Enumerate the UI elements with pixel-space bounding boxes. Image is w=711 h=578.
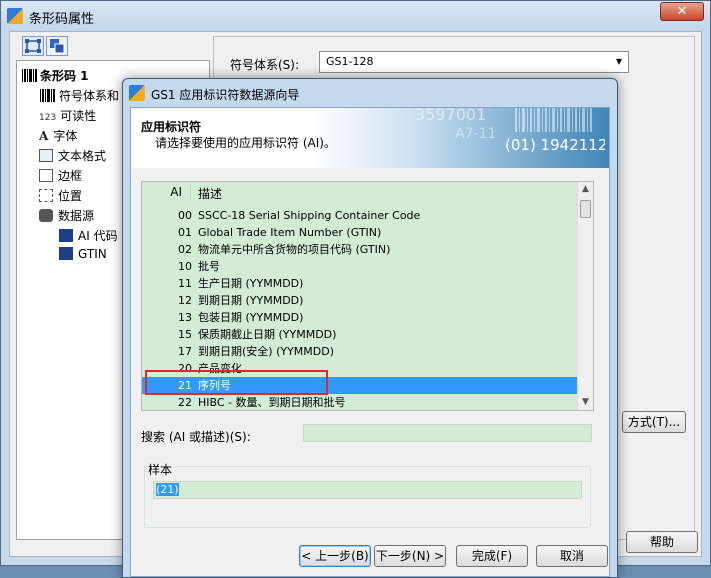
tree-item-font[interactable]: A 字体 <box>39 127 77 145</box>
window-titlebar: 条形码属性 ✕ <box>1 1 710 31</box>
ai-list-row[interactable]: 12 到期日期 (YYMMDD) <box>142 292 579 309</box>
ai-code: 13 <box>178 311 192 324</box>
help-button[interactable]: 帮助 <box>626 531 698 553</box>
tree-item-datasource[interactable]: 数据源 <box>39 207 94 225</box>
tree-item-text-format[interactable]: 文本格式 <box>39 147 106 165</box>
ai-code: 11 <box>178 277 192 290</box>
tree-item-label: 边框 <box>58 169 83 183</box>
ai-list-row[interactable]: 17 到期日期(安全) (YYMMDD) <box>142 343 579 360</box>
ai-code: 02 <box>178 243 192 256</box>
search-input[interactable] <box>303 424 592 442</box>
ai-code-icon <box>59 229 73 242</box>
highlight-box <box>145 370 328 395</box>
banner-title: 应用标识符 <box>141 120 202 134</box>
ai-description: SSCC-18 Serial Shipping Container Code <box>198 209 421 222</box>
ai-description: 物流单元中所含货物的项目代码 (GTIN) <box>198 243 391 256</box>
window-title: 条形码属性 <box>29 12 95 27</box>
banner-deco-text: 3597001 <box>415 108 486 124</box>
tree-item-label: AI 代码 <box>78 229 118 243</box>
close-button[interactable]: ✕ <box>660 2 704 21</box>
ai-code: 00 <box>178 209 192 222</box>
tree-item-position[interactable]: 位置 <box>39 187 82 205</box>
ai-description: Global Trade Item Number (GTIN) <box>198 226 382 239</box>
sample-field[interactable]: (21) <box>153 481 582 499</box>
ai-list-row[interactable]: 15 保质期截止日期 (YYMMDD) <box>142 326 579 343</box>
tree-item-label: GTIN <box>78 247 107 261</box>
banner-subtitle: 请选择要使用的应用标识符 (AI)。 <box>155 136 336 150</box>
readability-icon: 123 <box>39 113 57 123</box>
ai-code: 15 <box>178 328 192 341</box>
tree-item-label: 数据源 <box>58 209 95 223</box>
gs1-wizard-dialog: GS1 应用标识符数据源向导 应用标识符 请选择要使用的应用标识符 (AI)。 … <box>122 78 618 578</box>
datasource-icon <box>39 209 53 222</box>
banner-deco-text: (01) 1942112 <box>505 136 605 154</box>
position-icon <box>39 189 53 202</box>
search-label: 搜索 (AI 或描述)(S): <box>141 430 251 444</box>
ai-list-row[interactable]: 01 Global Trade Item Number (GTIN) <box>142 224 579 241</box>
dialog-body: 应用标识符 请选择要使用的应用标识符 (AI)。 3597001 A7-11 (… <box>130 107 610 577</box>
wizard-banner: 应用标识符 请选择要使用的应用标识符 (AI)。 3597001 A7-11 (… <box>131 108 609 168</box>
back-button[interactable]: < 上一步(B) <box>299 545 371 567</box>
ai-code: 17 <box>178 345 192 358</box>
app-logo-icon <box>7 8 23 24</box>
ai-description: 包装日期 (YYMMDD) <box>198 311 304 324</box>
ai-description: HIBC - 数量、到期日期和批号 <box>198 396 346 409</box>
tree-item-barcode[interactable]: 条形码 1 <box>21 67 89 85</box>
tree-item-label: 符号体系和 <box>59 89 120 103</box>
sample-label: 样本 <box>145 461 176 478</box>
next-button[interactable]: 下一步(N) > <box>374 545 446 567</box>
ai-list-row[interactable]: 11 生产日期 (YYMMDD) <box>142 275 579 292</box>
header-ai[interactable]: AI <box>142 185 182 199</box>
dialog-titlebar: GS1 应用标识符数据源向导 <box>123 79 617 107</box>
tree-item-label: 位置 <box>58 189 83 203</box>
app-logo-icon <box>129 85 145 101</box>
tree-view-icon[interactable] <box>22 36 44 56</box>
border-icon <box>39 169 53 182</box>
tree-item-label: 字体 <box>53 129 78 143</box>
ai-description: 保质期截止日期 (YYMMDD) <box>198 328 337 341</box>
ai-description: 到期日期 (YYMMDD) <box>198 294 304 307</box>
ai-description: 生产日期 (YYMMDD) <box>198 277 304 290</box>
finish-button[interactable]: 完成(F) <box>456 545 528 567</box>
ai-list-row[interactable]: 02 物流单元中所含货物的项目代码 (GTIN) <box>142 241 579 258</box>
ai-code: 22 <box>178 396 192 409</box>
ai-description: 批号 <box>198 260 220 273</box>
ai-code: 10 <box>178 260 192 273</box>
tree-item-ai-code[interactable]: AI 代码 <box>59 227 118 245</box>
banner-deco-text: A7-11 <box>455 126 496 142</box>
ai-list-row[interactable]: 22 HIBC - 数量、到期日期和批号 <box>142 394 579 410</box>
barcode-decoration: 3597001 A7-11 (01) 1942112 <box>415 108 605 154</box>
scroll-down-icon[interactable]: ▼ <box>578 395 593 410</box>
tree-item-border[interactable]: 边框 <box>39 167 82 185</box>
tree-item-label: 条形码 1 <box>40 69 89 83</box>
ai-list-row[interactable]: 10 批号 <box>142 258 579 275</box>
ai-code: 12 <box>178 294 192 307</box>
tree-item-symbology[interactable]: 符号体系和 <box>39 87 119 105</box>
tree-item-readability[interactable]: 123 可读性 <box>39 107 96 125</box>
ai-description: 到期日期(安全) (YYMMDD) <box>198 345 335 358</box>
scroll-thumb[interactable] <box>580 200 591 218</box>
pages-icon[interactable] <box>46 36 68 56</box>
ai-code: 01 <box>178 226 192 239</box>
barcode-icon <box>22 69 37 82</box>
ai-list-row[interactable]: 00 SSCC-18 Serial Shipping Container Code <box>142 207 579 224</box>
symbology-select[interactable]: GS1-128 <box>319 51 629 73</box>
header-description[interactable]: 描述 <box>198 185 222 202</box>
method-button[interactable]: 方式(T)... <box>622 411 686 433</box>
gtin-icon <box>59 247 73 260</box>
ai-list-row[interactable]: 13 包装日期 (YYMMDD) <box>142 309 579 326</box>
font-icon: A <box>39 129 49 143</box>
ai-list-header: AI 描述 <box>142 182 579 203</box>
cancel-button[interactable]: 取消 <box>536 545 608 567</box>
tree-item-gtin[interactable]: GTIN <box>59 247 107 265</box>
tree-item-label: 可读性 <box>60 109 97 123</box>
dialog-title: GS1 应用标识符数据源向导 <box>151 88 300 102</box>
symbology-label: 符号体系(S): <box>230 58 300 72</box>
sample-value: (21) <box>156 483 179 496</box>
scroll-up-icon[interactable]: ▲ <box>578 182 593 197</box>
barcode-icon <box>40 89 55 102</box>
tree-item-label: 文本格式 <box>58 149 107 163</box>
text-format-icon <box>39 149 53 162</box>
vertical-scrollbar[interactable]: ▲ ▼ <box>577 182 593 410</box>
